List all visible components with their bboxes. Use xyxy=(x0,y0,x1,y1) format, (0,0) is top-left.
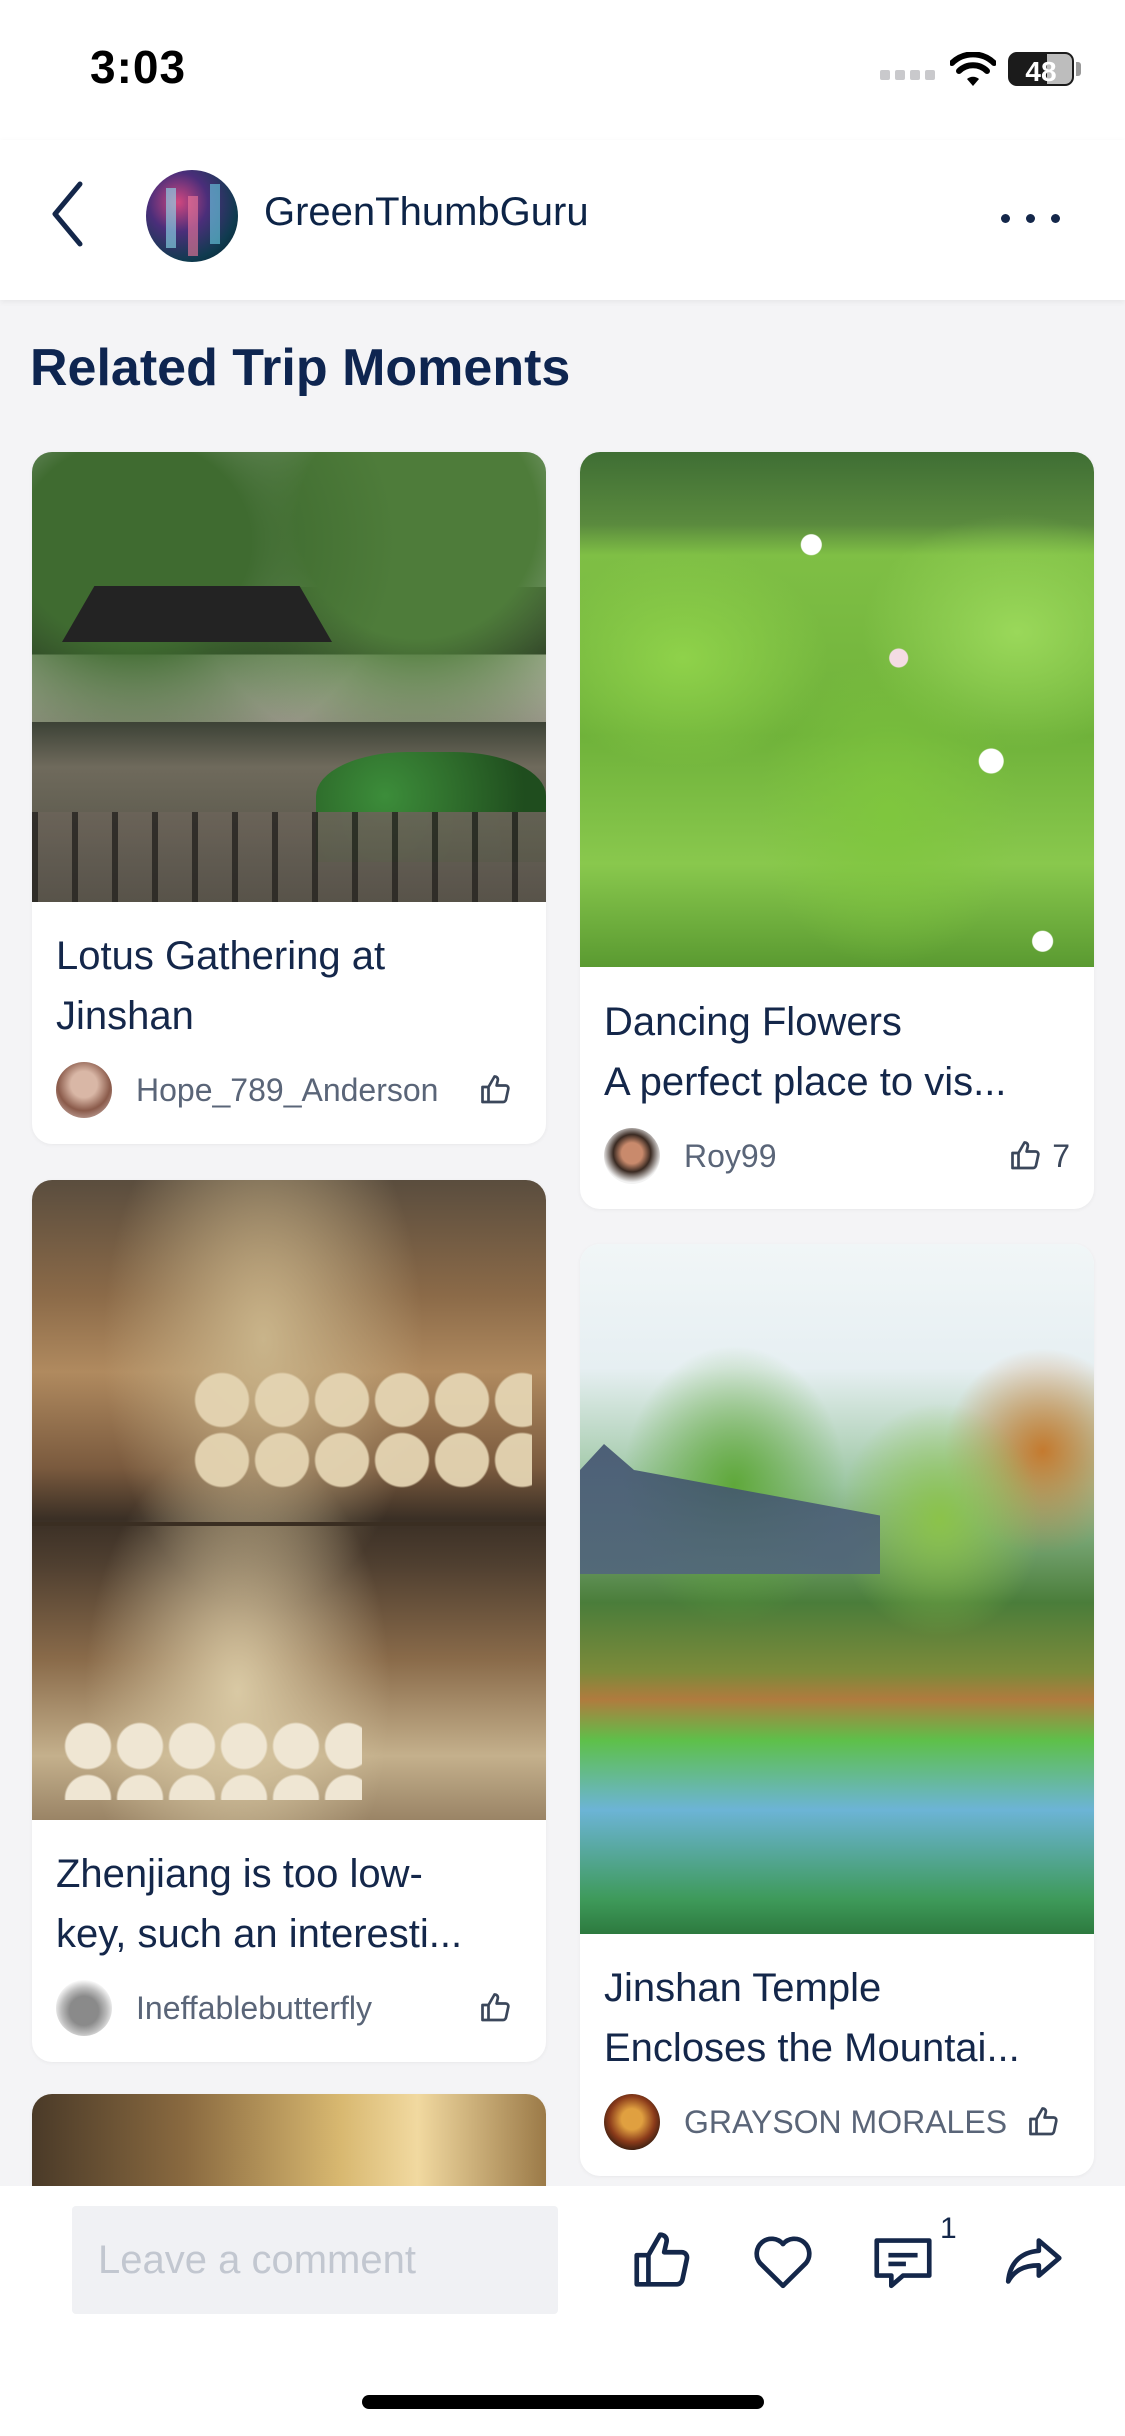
card-title: Zhenjiang is too low- key, such an inter… xyxy=(56,1852,463,1956)
author-name: Roy99 xyxy=(684,1137,777,1174)
thumbs-up-icon xyxy=(1011,1141,1040,1170)
thumbs-up-icon xyxy=(481,1993,510,2022)
card-author: GRAYSON MORALES xyxy=(604,2094,1070,2150)
share-button[interactable] xyxy=(998,2226,1078,2306)
back-icon xyxy=(52,181,83,247)
back-button[interactable] xyxy=(40,174,110,254)
like-button[interactable] xyxy=(1026,2104,1070,2140)
thumbs-up-icon xyxy=(634,2232,690,2287)
list-item[interactable]: Jinshan Temple Encloses the Mountai... G… xyxy=(580,1244,1094,2176)
like-button[interactable] xyxy=(478,1990,522,2026)
wifi-icon xyxy=(950,52,996,86)
like-button[interactable] xyxy=(478,1072,522,1108)
home-indicator xyxy=(362,2395,764,2409)
more-icon xyxy=(1000,213,1060,223)
author-name: Ineffablebutterfly xyxy=(136,1989,373,2026)
favorite-button[interactable] xyxy=(748,2226,828,2306)
battery-icon: 48 xyxy=(1008,52,1074,86)
more-button[interactable] xyxy=(980,188,1080,248)
card-author: Roy99 7 xyxy=(604,1128,1070,1184)
header: GreenThumbGuru xyxy=(0,140,1125,300)
comment-button[interactable] xyxy=(868,2226,948,2306)
username[interactable]: GreenThumbGuru xyxy=(264,190,589,235)
thumbs-up-icon xyxy=(1029,2107,1058,2136)
list-item[interactable]: Zhenjiang is too low- key, such an inter… xyxy=(32,1180,546,2062)
avatar xyxy=(56,1062,112,1118)
list-item[interactable]: Lotus Gathering at Jinshan Hope_789_Ande… xyxy=(32,452,546,1144)
thumbs-up-icon xyxy=(481,1075,510,1104)
author-name: GRAYSON MORALES xyxy=(684,2103,1008,2140)
like-count: 7 xyxy=(1052,1137,1070,1174)
comment-icon xyxy=(874,2238,932,2289)
avatar[interactable] xyxy=(146,170,238,262)
card-title: Lotus Gathering at Jinshan xyxy=(56,934,386,1038)
museum-interior-photo xyxy=(32,1180,546,1820)
battery-tip xyxy=(1076,62,1081,76)
temple-gate-photo xyxy=(32,452,546,902)
like-post-button[interactable] xyxy=(628,2226,708,2306)
comment-input[interactable] xyxy=(72,2206,558,2314)
heart-icon xyxy=(754,2236,812,2289)
status-bar: 3:03 48 xyxy=(0,0,1125,140)
list-item[interactable]: Dancing Flowers A perfect place to vis..… xyxy=(580,452,1094,1209)
status-time: 3:03 xyxy=(90,41,187,93)
avatar xyxy=(604,2094,660,2150)
lake-willow-photo xyxy=(580,1244,1094,1934)
card-title: Dancing Flowers A perfect place to vis..… xyxy=(604,1000,1007,1104)
card-author: Ineffablebutterfly xyxy=(56,1980,522,2036)
card-author: Hope_789_Anderson xyxy=(56,1062,522,1118)
avatar xyxy=(56,1980,112,2036)
share-icon xyxy=(1005,2238,1062,2284)
comment-count: 1 xyxy=(940,2212,957,2245)
lotus-pond-photo xyxy=(580,452,1094,967)
like-button[interactable]: 7 xyxy=(1008,1138,1070,1175)
author-name: Hope_789_Anderson xyxy=(136,1071,439,1108)
section-title: Related Trip Moments xyxy=(30,339,571,397)
avatar xyxy=(604,1128,660,1184)
list-item[interactable] xyxy=(32,2094,546,2186)
card-title: Jinshan Temple Encloses the Mountai... xyxy=(604,1966,1020,2070)
battery-level: 48 xyxy=(1025,56,1057,86)
cellular-signal-icon xyxy=(880,70,935,80)
hall-photo xyxy=(32,2094,546,2186)
